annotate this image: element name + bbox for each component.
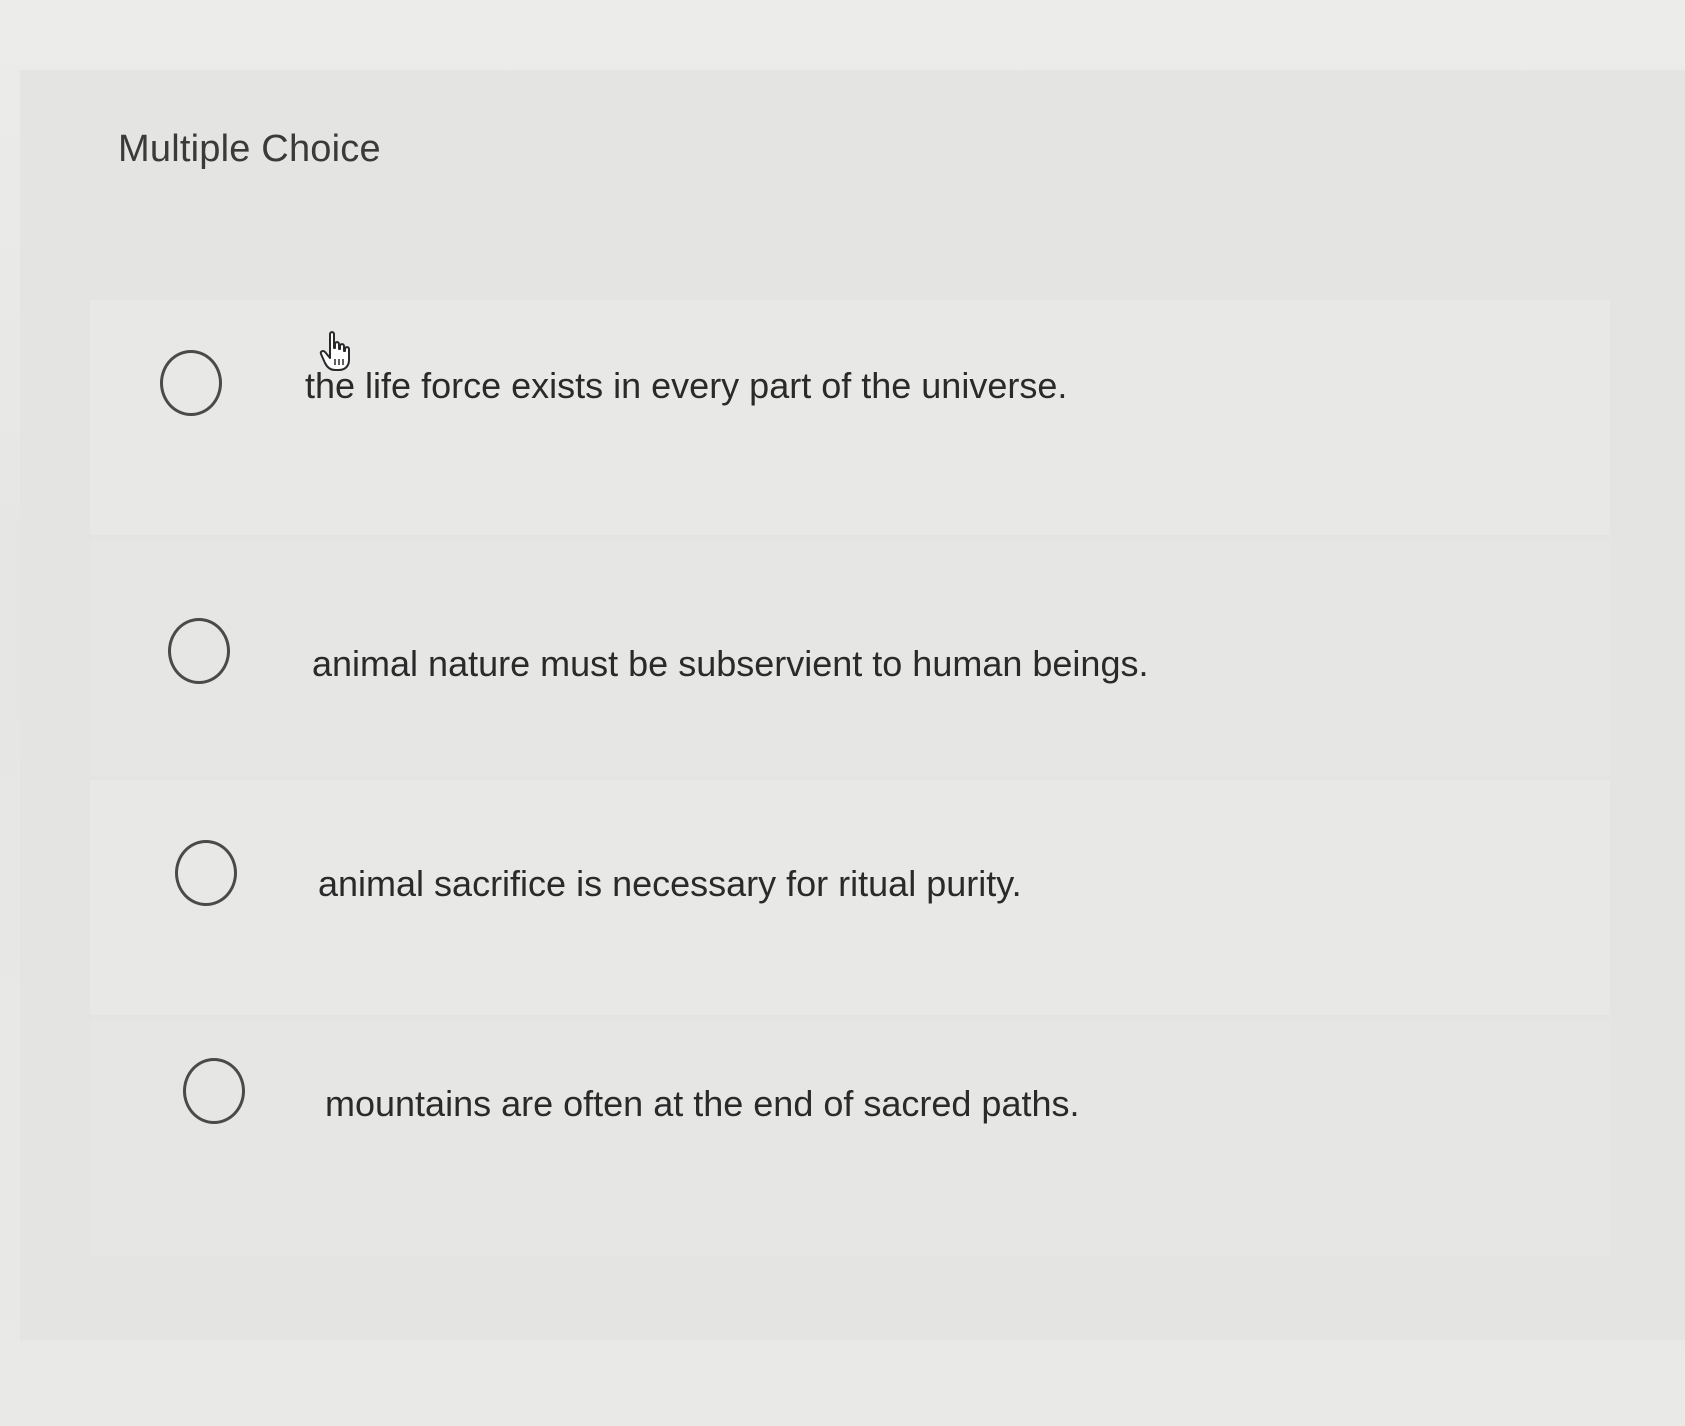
radio-circle-icon[interactable] bbox=[183, 1058, 245, 1124]
answer-option-label: the life force exists in every part of t… bbox=[305, 365, 1068, 406]
answer-option-label: animal nature must be subservient to hum… bbox=[312, 643, 1149, 684]
answer-options-list: the life force exists in every part of t… bbox=[90, 300, 1610, 1260]
answer-option-label: mountains are often at the end of sacred… bbox=[325, 1083, 1080, 1124]
answer-option-label: animal sacrifice is necessary for ritual… bbox=[318, 863, 1022, 904]
radio-circle-icon[interactable] bbox=[175, 840, 237, 906]
radio-circle-icon[interactable] bbox=[160, 350, 222, 416]
radio-circle-icon[interactable] bbox=[168, 618, 230, 684]
hand-pointer-icon bbox=[319, 331, 350, 371]
answer-option-3[interactable]: animal sacrifice is necessary for ritual… bbox=[90, 780, 1610, 1015]
answer-option-4[interactable]: mountains are often at the end of sacred… bbox=[90, 1020, 1610, 1255]
page: Multiple Choice the life force exists in… bbox=[0, 0, 1685, 1426]
answer-option-2[interactable]: animal nature must be subservient to hum… bbox=[90, 540, 1610, 775]
question-type-heading: Multiple Choice bbox=[118, 128, 381, 170]
